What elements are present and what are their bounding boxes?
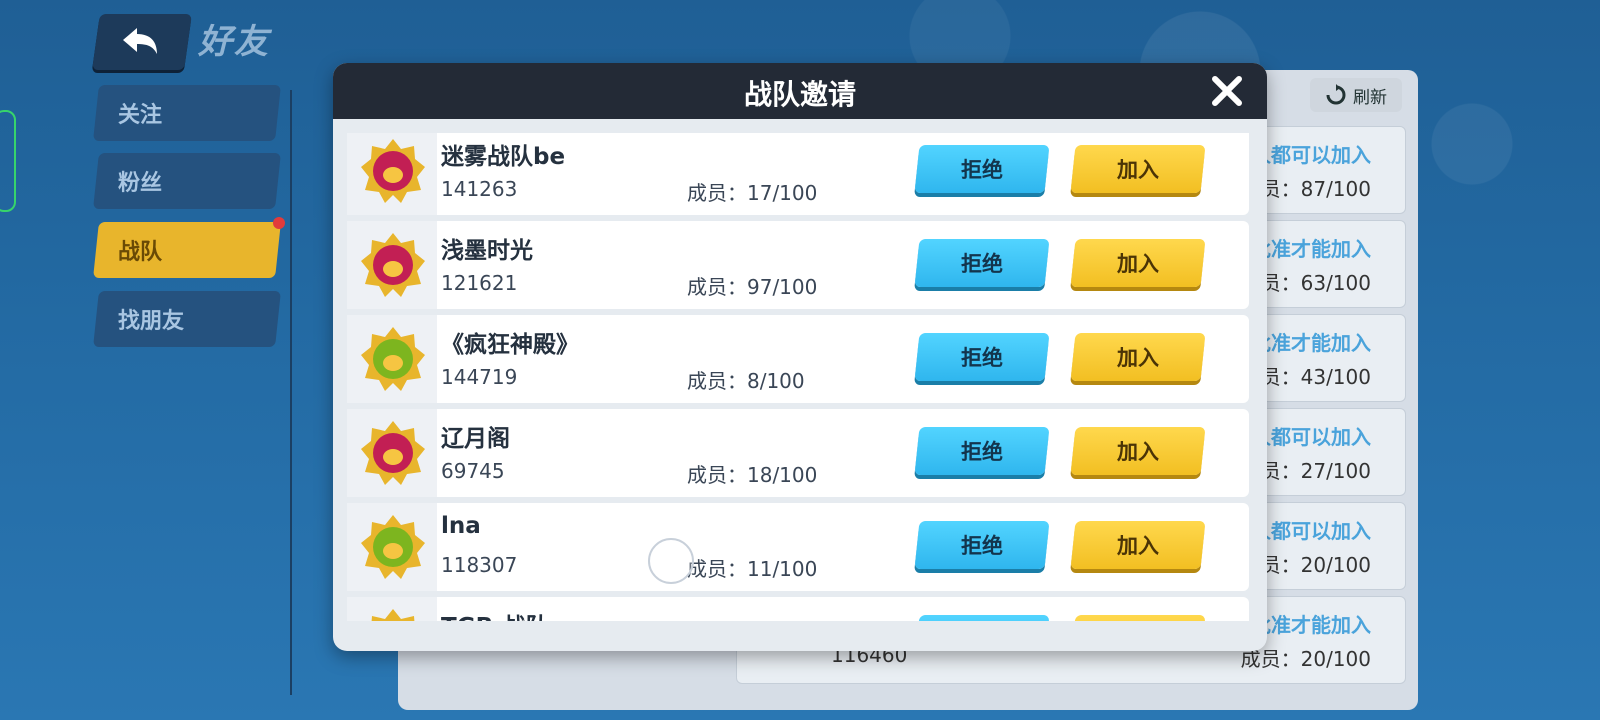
join-policy: 批准才能加入 <box>1251 237 1371 261</box>
join-button[interactable]: 加入 <box>1070 615 1206 621</box>
join-policy: 批准才能加入 <box>1251 331 1371 355</box>
reject-label: 拒绝 <box>961 534 1003 558</box>
reject-button[interactable]: 拒绝 <box>914 145 1050 193</box>
reject-label: 拒绝 <box>961 158 1003 182</box>
team-id: 141263 <box>441 177 518 201</box>
sidebar-item-follow[interactable]: 关注 <box>93 85 281 141</box>
join-label: 加入 <box>1117 440 1159 464</box>
team-emblem-icon <box>361 139 425 203</box>
member-count: 成员：97/100 <box>687 275 818 299</box>
left-edge-indicator <box>0 110 16 212</box>
reject-button[interactable]: 拒绝 <box>914 521 1050 569</box>
sidebar-item-label: 找朋友 <box>118 309 185 334</box>
join-button[interactable]: 加入 <box>1070 521 1206 569</box>
sidebar-divider <box>290 90 292 695</box>
sidebar-item-label: 粉丝 <box>118 171 163 196</box>
sidebar-item-find-friends[interactable]: 找朋友 <box>93 291 281 347</box>
refresh-button[interactable]: 刷新 <box>1310 78 1402 112</box>
join-policy: 人都可以加入 <box>1251 519 1371 543</box>
sidebar-item-team[interactable]: 战队 <box>93 222 281 278</box>
page-title: 好友 <box>198 22 270 62</box>
invite-list[interactable]: 迷雾战队be 141263 成员：17/100 拒绝 加入 浅墨时光 12162… <box>347 133 1251 621</box>
member-count: 成员：18/100 <box>687 463 818 487</box>
join-label: 加入 <box>1117 252 1159 276</box>
back-arrow-icon <box>123 28 157 54</box>
invite-row: 迷雾战队be 141263 成员：17/100 拒绝 加入 <box>347 133 1249 215</box>
reject-button[interactable]: 拒绝 <box>914 427 1050 475</box>
notification-dot <box>273 217 285 229</box>
join-policy: 批准才能加入 <box>1251 613 1371 637</box>
reject-button[interactable]: 拒绝 <box>914 239 1050 287</box>
modal-header: 战队邀请 <box>333 63 1267 119</box>
invite-row: 《疯狂神殿》 144719 成员：8/100 拒绝 加入 <box>347 315 1249 403</box>
join-label: 加入 <box>1117 534 1159 558</box>
invite-row: 浅墨时光 121621 成员：97/100 拒绝 加入 <box>347 221 1249 309</box>
team-emblem-icon <box>361 421 425 485</box>
team-name: TGB-战队 <box>441 607 549 621</box>
close-icon[interactable] <box>1209 73 1245 109</box>
team-name: lna <box>441 513 481 539</box>
team-name: 迷雾战队be <box>441 144 566 170</box>
join-label: 加入 <box>1117 158 1159 182</box>
reject-label: 拒绝 <box>961 346 1003 370</box>
invite-row: 辽月阁 69745 成员：18/100 拒绝 加入 <box>347 409 1249 497</box>
join-button[interactable]: 加入 <box>1070 145 1206 193</box>
back-button[interactable] <box>92 14 192 70</box>
sidebar-item-label: 关注 <box>118 103 163 128</box>
refresh-label: 刷新 <box>1353 87 1387 108</box>
invite-row: lna 118307 成员：11/100 拒绝 加入 <box>347 503 1249 591</box>
join-button[interactable]: 加入 <box>1070 239 1206 287</box>
team-id: 144719 <box>441 365 518 389</box>
reject-label: 拒绝 <box>961 252 1003 276</box>
invite-row: TGB-战队 拒绝 加入 <box>347 597 1249 621</box>
sidebar-item-label: 战队 <box>118 240 163 265</box>
join-button[interactable]: 加入 <box>1070 333 1206 381</box>
team-emblem-icon <box>371 609 415 621</box>
reject-label: 拒绝 <box>961 440 1003 464</box>
member-count: 成员：11/100 <box>687 557 818 581</box>
reject-button[interactable]: 拒绝 <box>914 333 1050 381</box>
touch-indicator <box>648 538 694 584</box>
team-emblem-icon <box>361 233 425 297</box>
team-name: 辽月阁 <box>441 426 510 452</box>
join-policy: 人都可以加入 <box>1251 143 1371 167</box>
team-invite-modal: 战队邀请 迷雾战队be 141263 成员：17/100 拒绝 加入 浅墨时光 … <box>333 63 1267 651</box>
team-emblem-icon <box>361 327 425 391</box>
team-name: 《疯狂神殿》 <box>441 332 579 358</box>
member-count: 成员：8/100 <box>687 369 805 393</box>
sidebar-item-fans[interactable]: 粉丝 <box>93 153 281 209</box>
modal-title: 战队邀请 <box>743 78 856 111</box>
join-button[interactable]: 加入 <box>1070 427 1206 475</box>
reject-button[interactable]: 拒绝 <box>914 615 1050 621</box>
team-emblem-icon <box>361 515 425 579</box>
refresh-icon <box>1326 84 1346 105</box>
join-policy: 人都可以加入 <box>1251 425 1371 449</box>
team-id: 69745 <box>441 459 505 483</box>
team-name: 浅墨时光 <box>441 238 533 264</box>
member-count: 成员：17/100 <box>687 181 818 205</box>
join-label: 加入 <box>1117 346 1159 370</box>
team-id: 121621 <box>441 271 518 295</box>
team-id: 118307 <box>441 553 518 577</box>
